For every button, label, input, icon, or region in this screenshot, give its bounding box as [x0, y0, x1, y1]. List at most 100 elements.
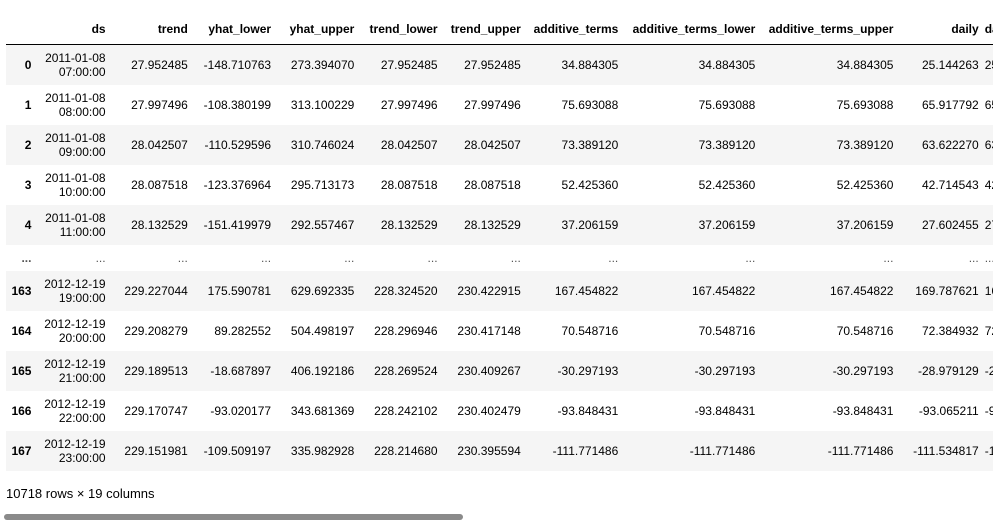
table-cell: 34.884305	[561, 57, 619, 72]
row-index: 166	[11, 403, 32, 418]
table-cell: -148.710763	[203, 57, 272, 72]
table-cell: 73.389120	[698, 137, 756, 152]
table-cell: 37.206159	[836, 217, 894, 232]
table-cell: ...	[344, 250, 355, 265]
ds-time: 11:00:00	[59, 224, 106, 239]
table-cell: -93.06	[984, 403, 993, 418]
table-cell: -18.687897	[210, 363, 272, 378]
table-cell: 28.132529	[131, 217, 188, 232]
table-cell: 230.402479	[457, 403, 521, 418]
table-cell: 75.693088	[836, 97, 894, 112]
column-header: trend_upper	[443, 14, 527, 45]
table-cell: 73.389120	[836, 137, 894, 152]
table-cell: 65.917792	[921, 97, 979, 112]
table-cell: 28.087518	[131, 177, 188, 192]
horizontal-scrollbar[interactable]	[0, 512, 993, 522]
ds-time: 08:00:00	[58, 104, 106, 119]
ds-cell: 2011-01-08 09:00:00	[37, 125, 111, 165]
table-cell: 52.425360	[561, 177, 619, 192]
scrollbar-thumb[interactable]	[4, 514, 463, 520]
table-cell: 37.206159	[561, 217, 619, 232]
table-cell: -30.297193	[694, 363, 756, 378]
row-index: 165	[11, 363, 32, 378]
table-cell: 504.498197	[290, 323, 355, 338]
table-cell: 228.296946	[374, 323, 438, 338]
ds-cell: 2011-01-08 11:00:00	[37, 205, 111, 245]
table-cell: 228.269524	[374, 363, 438, 378]
column-header: additive_terms_lower	[624, 14, 762, 45]
row-index: 164	[11, 323, 32, 338]
ds-date: 2011-01-08	[45, 130, 106, 145]
ds-date: 2012-12-19	[44, 316, 106, 331]
table-cell: -93.848431	[694, 403, 756, 418]
table-cell: 406.192186	[290, 363, 355, 378]
table-cell: 229.170747	[124, 403, 188, 418]
table-cell: -93.848431	[832, 403, 894, 418]
table-cell: 72.384932	[921, 323, 979, 338]
table-cell: 629.692335	[290, 283, 355, 298]
table-row: 4 2011-01-08 11:00:00 28.132529 -151.419979 2…	[6, 204, 993, 245]
table-cell: 37.206159	[698, 217, 756, 232]
table-cell: 230.417148	[457, 323, 521, 338]
table-cell: -111.534817	[913, 443, 979, 458]
table-cell: 70.548716	[698, 323, 756, 338]
row-index: 0	[24, 57, 32, 72]
table-cell: 28.042507	[380, 137, 438, 152]
table-row: 0 2011-01-08 07:00:00 27.952485 -148.710763 2…	[6, 44, 993, 85]
column-header: additive_terms_upper	[761, 14, 900, 45]
table-cell: 27.60	[984, 217, 993, 232]
ds-cell: 2011-01-08 10:00:00	[37, 165, 111, 205]
table-cell: 72.38	[984, 323, 993, 338]
table-cell: 70.548716	[836, 323, 894, 338]
table-cell: 230.422915	[457, 283, 521, 298]
table-cell: ...	[968, 250, 979, 265]
column-header: additive_terms	[526, 14, 625, 45]
table-cell: 63.62	[984, 137, 993, 152]
table-cell: -93.848431	[557, 403, 619, 418]
ds-cell: 2012-12-19 23:00:00	[37, 431, 111, 471]
row-index: 4	[24, 217, 32, 232]
table-cell: -151.419979	[203, 217, 272, 232]
dataframe-table-container: ds trend yhat_lower yhat_upper trend_low…	[6, 14, 993, 471]
ds-date: 2011-01-08	[45, 210, 106, 225]
table-cell: 28.132529	[380, 217, 438, 232]
table-cell: 295.713173	[290, 177, 355, 192]
table-cell: 89.282552	[214, 323, 272, 338]
table-cell: 229.189513	[124, 363, 188, 378]
ds-cell: 2012-12-19 19:00:00	[37, 271, 111, 311]
table-cell: 27.952485	[464, 57, 521, 72]
ellipsis-row: ....................................	[6, 244, 993, 271]
row-index: 2	[24, 137, 32, 152]
table-row: 164 2012-12-19 20:00:00 229.208279 89.282552…	[6, 310, 993, 351]
table-cell: 25.14	[984, 57, 993, 72]
table-cell: 75.693088	[698, 97, 756, 112]
table-body: 0 2011-01-08 07:00:00 27.952485 -148.710763 2…	[6, 44, 993, 471]
table-cell: -111.771486	[552, 443, 619, 458]
table-cell: 34.884305	[836, 57, 894, 72]
table-cell: -111.771486	[827, 443, 894, 458]
table-cell: 28.042507	[464, 137, 521, 152]
row-index: 1	[24, 97, 32, 112]
table-cell: 169.787621	[915, 283, 979, 298]
table-cell: -93.020177	[210, 403, 272, 418]
ds-cell: 2012-12-19 20:00:00	[37, 311, 111, 351]
table-cell: 70.548716	[561, 323, 619, 338]
table-cell: -93.065211	[918, 403, 979, 418]
ds-date: 2011-01-08	[45, 170, 106, 185]
table-cell: -109.509197	[203, 443, 272, 458]
row-index: 163	[11, 283, 32, 298]
table-cell: 228.324520	[374, 283, 438, 298]
table-cell: 73.389120	[561, 137, 619, 152]
table-cell: 27.997496	[131, 97, 188, 112]
ds-date: 2012-12-19	[44, 436, 106, 451]
table-cell: 28.132529	[464, 217, 521, 232]
column-header: daily	[899, 14, 985, 45]
table-cell: 169.78	[984, 283, 993, 298]
dataframe-shape: 10718 rows × 19 columns	[6, 486, 155, 501]
table-cell: 335.982928	[290, 443, 355, 458]
ds-time: 22:00:00	[58, 410, 106, 425]
table-cell: ...	[427, 250, 438, 265]
table-cell: 313.100229	[290, 97, 355, 112]
table-cell: 27.997496	[464, 97, 521, 112]
table-cell: -111.53	[984, 443, 993, 458]
